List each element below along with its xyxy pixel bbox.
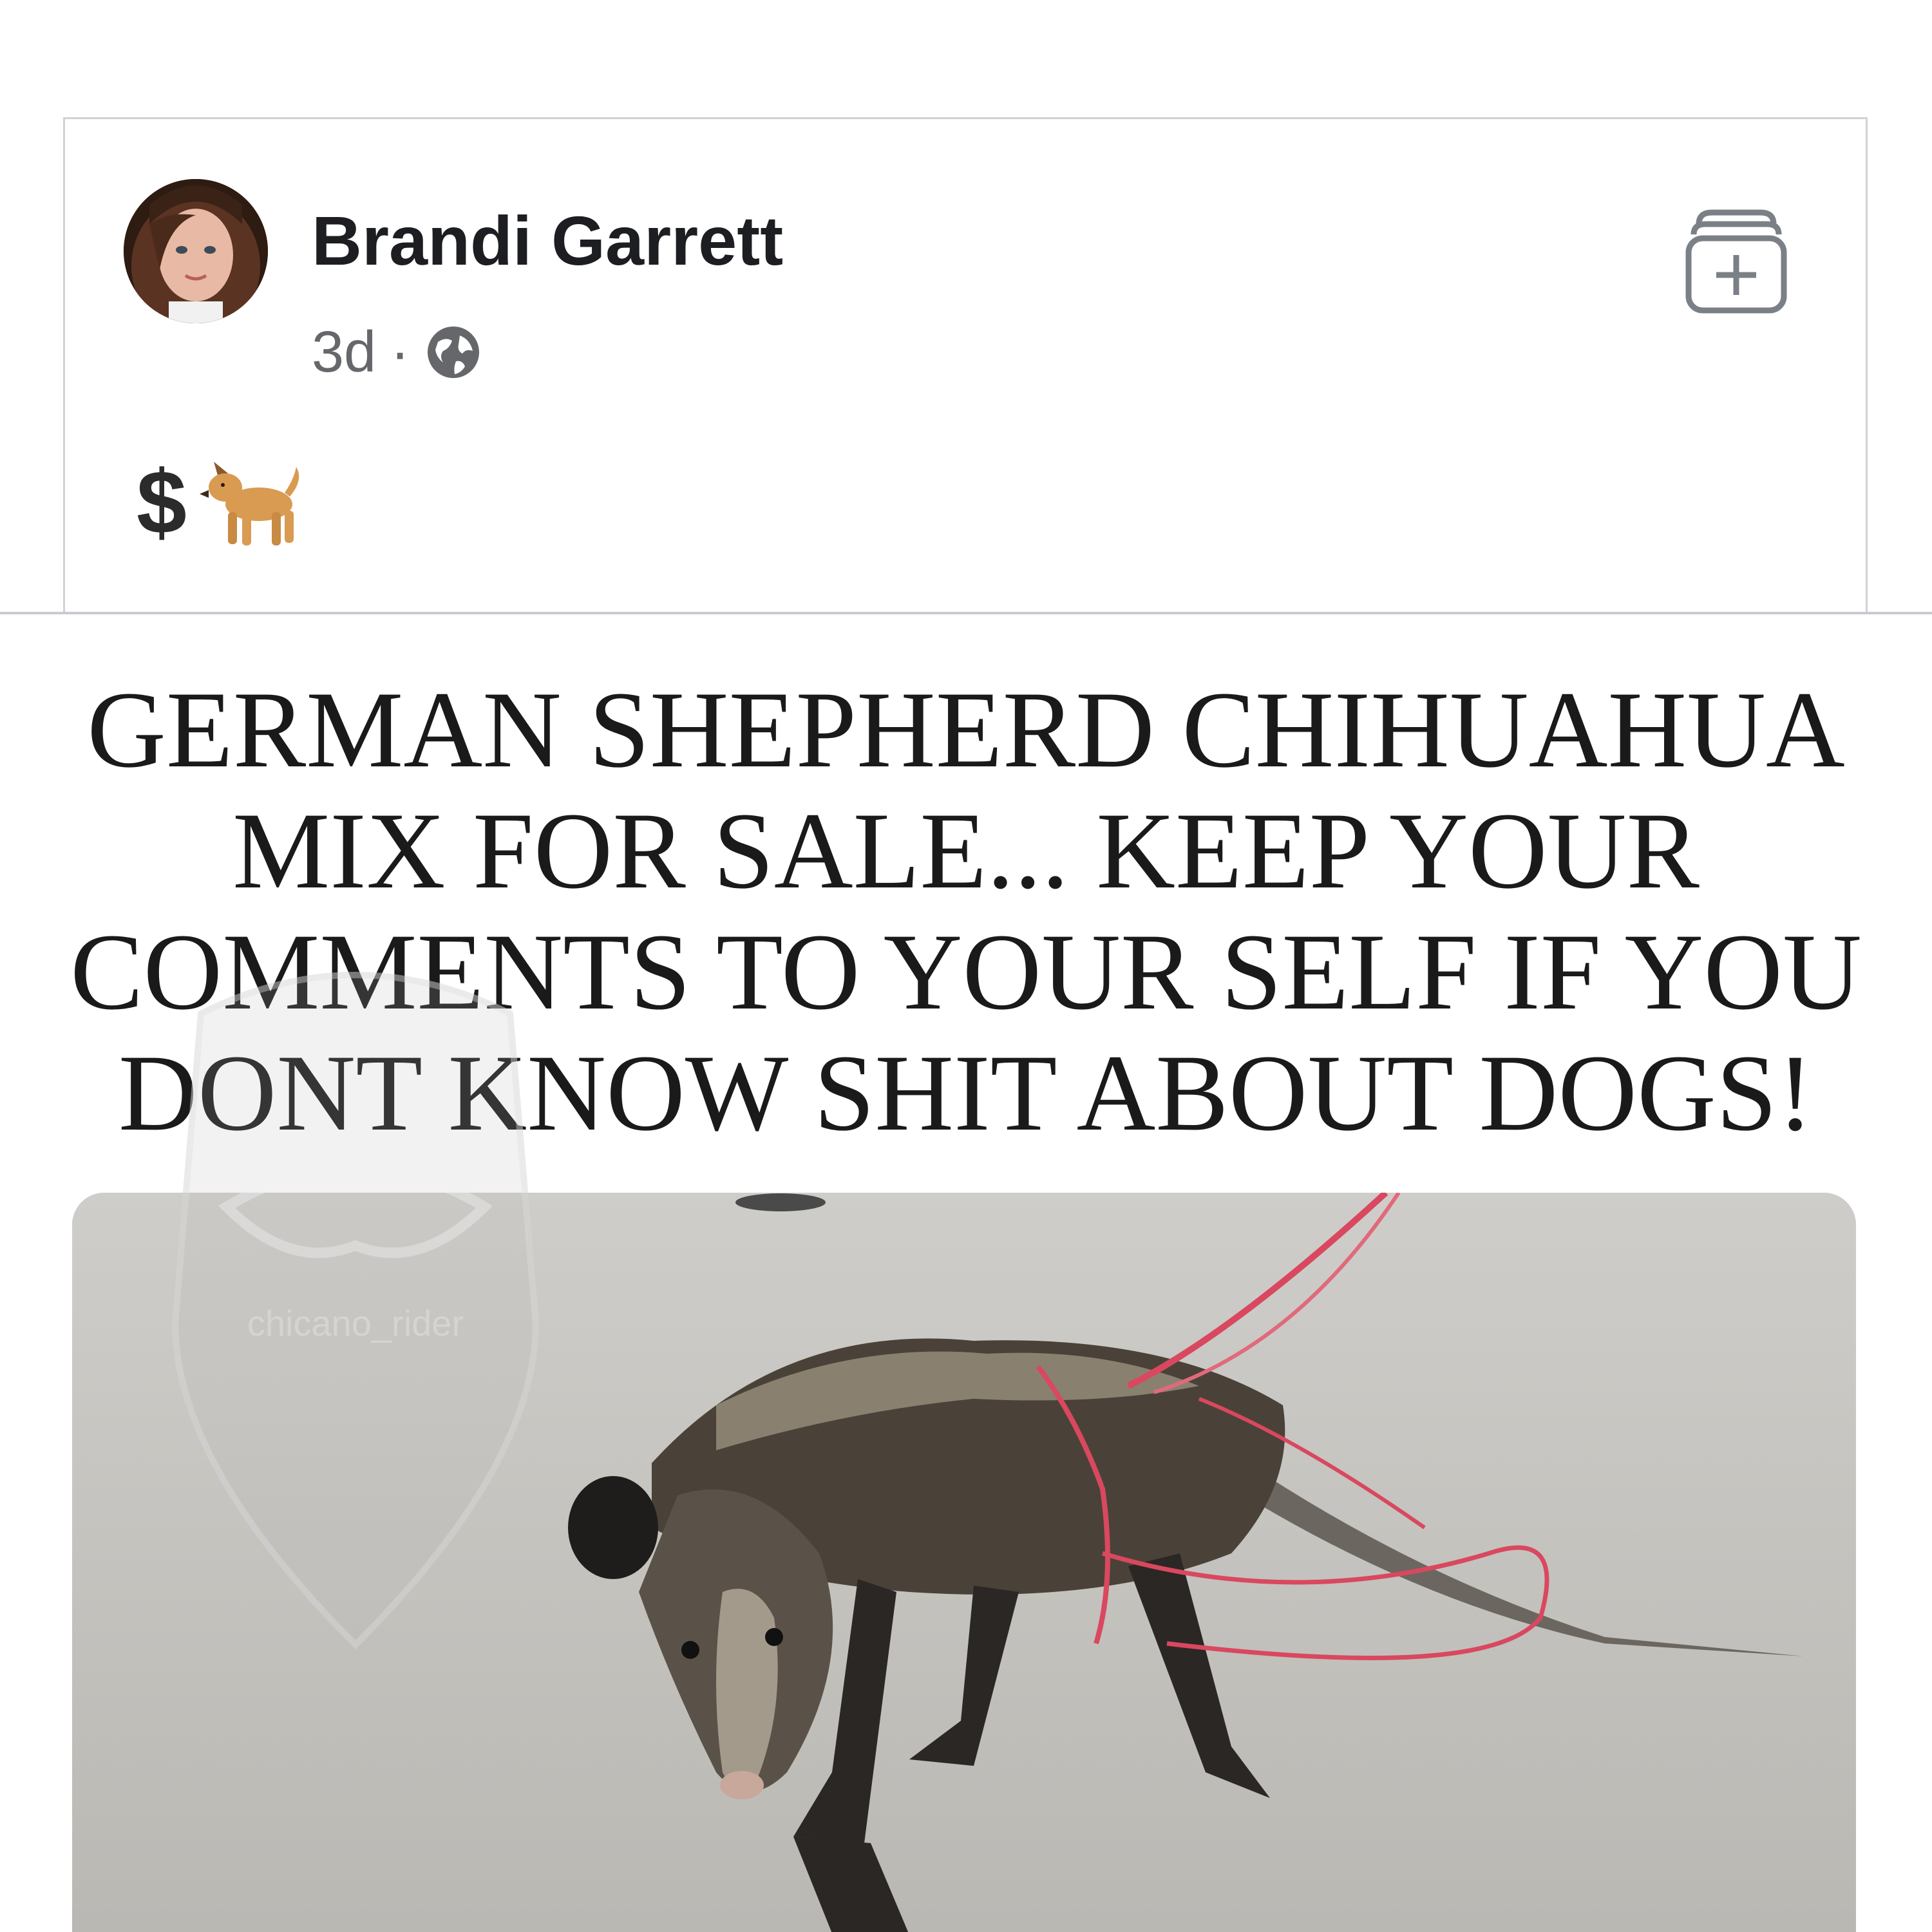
watermark-logo: chicano_rider: [149, 936, 562, 1677]
dog-emoji-icon: [199, 462, 299, 545]
bookmark-add-icon: [1685, 209, 1787, 314]
meta-separator: ·: [390, 320, 410, 384]
post-meta: 3d ·: [312, 317, 483, 388]
globe-icon[interactable]: [424, 323, 483, 382]
avatar[interactable]: [124, 179, 268, 323]
author-name[interactable]: Brandi Garrett: [312, 206, 783, 276]
avatar-photo: [124, 179, 268, 323]
post-screenshot: Brandi Garrett 3d · $ GERMAN SHEPHERD CH…: [0, 0, 1932, 1932]
post-text-dollar: $: [137, 451, 187, 553]
post-image[interactable]: GERMAN SHEPHERD CHIHUAHUA MIX FOR SALE..…: [0, 614, 1932, 1932]
save-post-button[interactable]: [1680, 205, 1793, 318]
post-time[interactable]: 3d: [312, 323, 376, 381]
post-text: $: [137, 444, 303, 560]
watermark-text: chicano_rider: [247, 1303, 464, 1343]
